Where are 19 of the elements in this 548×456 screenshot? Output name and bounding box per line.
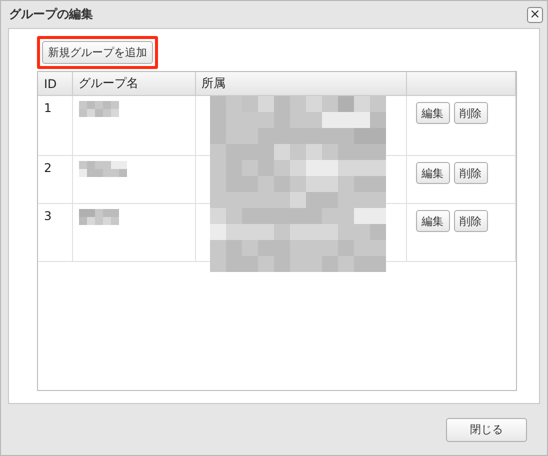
close-button[interactable]: ×	[527, 6, 543, 22]
delete-button[interactable]: 削除	[454, 210, 488, 232]
edit-button[interactable]: 編集	[416, 102, 450, 124]
column-header: グループ名	[78, 76, 138, 90]
table-cell: 2	[44, 161, 52, 175]
pixelated-name	[78, 209, 118, 225]
close-dialog-button[interactable]: 閉じる	[446, 418, 527, 442]
column-header: 所属	[202, 76, 226, 90]
edit-button[interactable]: 編集	[416, 210, 450, 232]
add-group-button[interactable]: 新規グループを追加	[42, 41, 153, 64]
delete-button[interactable]: 削除	[454, 102, 488, 124]
window-title: グループの編集	[9, 6, 93, 23]
edit-button[interactable]: 編集	[416, 162, 450, 184]
table-cell: 1	[44, 101, 52, 115]
delete-button[interactable]: 削除	[454, 162, 488, 184]
table-cell: 3	[44, 209, 52, 223]
pixelated-name	[78, 161, 126, 177]
pixelated-name	[78, 101, 118, 117]
column-header: ID	[44, 76, 57, 90]
